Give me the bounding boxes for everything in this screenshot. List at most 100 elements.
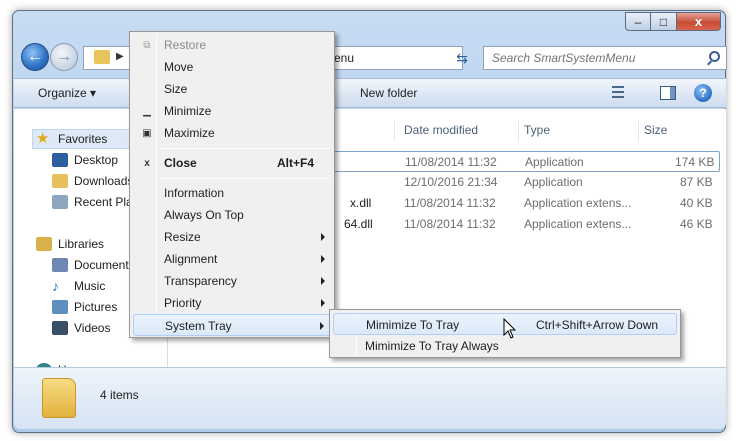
file-size: 46 KB [680,217,713,231]
folder-icon [94,50,110,64]
menu-item-size[interactable]: Size [133,78,331,100]
file-date: 12/10/2016 21:34 [404,175,498,189]
nav-item-downloads[interactable]: Downloads [52,171,133,191]
menu-item-move[interactable]: Move [133,56,331,78]
forward-button[interactable]: → [50,43,78,71]
close-icon: x [144,157,150,169]
menu-item-label: Mimimize To Tray [366,318,460,332]
new-folder-button[interactable]: New folder [360,86,417,100]
file-date: 11/08/2014 11:32 [404,217,496,231]
nav-item-documents[interactable]: Documents [52,255,135,275]
menu-item-label: Size [164,82,188,96]
column-header-type[interactable]: Type [524,123,550,137]
menu-item-shortcut: Alt+F4 [277,156,315,170]
file-type: Application [525,155,584,169]
star-icon: ★ [36,130,50,147]
change-view-icon[interactable] [612,86,640,102]
search-input[interactable] [484,47,694,69]
file-size: 174 KB [675,155,715,169]
arrow-right-icon: → [56,48,72,65]
menu-item-alignment[interactable]: Alignment [133,248,331,270]
maximize-icon: □ [659,14,668,29]
menu-item-label: Minimize [164,104,212,118]
column-divider[interactable] [394,121,395,141]
file-size: 87 KB [680,175,713,189]
nav-item-music[interactable]: ♪ Music [52,276,105,296]
documents-icon [52,258,68,272]
nav-item-label: Libraries [58,237,105,251]
menu-item-label: Resize [164,230,201,244]
help-icon[interactable]: ? [694,84,712,102]
minimize-icon: ▁ [143,105,151,117]
menu-item-restore[interactable]: ⧉ Restore [133,34,331,56]
command-bar: Organize ▾ New folder ? [14,78,726,108]
submenu-arrow-icon [321,255,325,263]
refresh-icon: ⇆ [456,49,468,66]
nav-item-pictures[interactable]: Pictures [52,297,117,317]
item-count: 4 items [100,388,139,402]
menu-item-always-on-top[interactable]: Always On Top [133,204,331,226]
submenu-arrow-icon [321,299,325,307]
menu-item-close[interactable]: x Close Alt+F4 [133,152,331,174]
nav-item-libraries[interactable]: Libraries [36,234,104,254]
file-name: 64.dll [344,217,373,231]
folder-icon [42,378,76,418]
close-window-button[interactable]: x [677,12,721,31]
menu-item-maximize[interactable]: ▣ Maximize [133,122,331,144]
nav-item-label: Desktop [74,153,119,167]
menu-item-resize[interactable]: Resize [133,226,331,248]
nav-item-label: Music [74,279,106,293]
file-size: 40 KB [680,196,713,210]
menu-item-label: Restore [164,38,207,52]
menu-item-minimize[interactable]: ▁ Minimize [133,100,331,122]
maximize-icon: ▣ [142,127,152,139]
file-type: Application [524,175,583,189]
menu-item-label: Close [164,156,197,170]
menu-item-label: Alignment [164,252,218,266]
navigation-row: ← → ▶ enu ⇆ [21,41,727,75]
refresh-button[interactable]: ⇆ [450,46,474,70]
menu-item-priority[interactable]: Priority [133,292,331,314]
menu-item-label: Transparency [164,274,237,288]
details-pane: 4 items [14,367,726,429]
chevron-right-icon[interactable]: ▶ [116,51,124,62]
submenu-arrow-icon [320,322,324,330]
nav-item-label: Documents [74,258,135,272]
caption-buttons: – □ x [625,12,721,31]
videos-icon [52,321,68,335]
column-divider[interactable] [518,121,519,141]
file-type: Application extens... [524,217,632,231]
menu-item-label: Always On Top [164,208,244,222]
menu-item-system-tray[interactable]: System Tray [133,314,331,336]
column-header-size[interactable]: Size [644,123,667,137]
nav-item-label: Downloads [74,174,134,188]
menu-item-information[interactable]: Information [133,182,331,204]
nav-item-label: Favorites [58,132,108,146]
recent-places-icon [52,195,68,209]
column-divider[interactable] [638,121,639,141]
system-menu: ⧉ Restore Move Size ▁ Minimize ▣ Maximiz… [129,31,335,338]
menu-item-label: Move [164,60,194,74]
nav-item-favorites[interactable]: ★ Favorites [36,129,107,149]
explorer-window: – □ x ← → ▶ enu ⇆ Organize ▾ New folder … [12,10,727,433]
preview-pane-icon[interactable] [660,86,676,100]
submenu-arrow-icon [321,277,325,285]
menu-item-label: Priority [164,296,202,310]
minimize-window-button[interactable]: – [625,12,651,31]
search-box[interactable] [483,46,727,70]
menu-separator [160,178,330,179]
nav-item-desktop[interactable]: Desktop [52,150,118,170]
menu-item-label: System Tray [165,319,232,333]
organize-button[interactable]: Organize ▾ [38,86,96,100]
file-name: x.dll [350,196,372,210]
pictures-icon [52,300,68,314]
search-icon[interactable] [709,51,720,62]
column-header-date-modified[interactable]: Date modified [404,123,478,137]
back-button[interactable]: ← [21,43,49,71]
downloads-icon [52,174,68,188]
menu-item-transparency[interactable]: Transparency [133,270,331,292]
nav-item-videos[interactable]: Videos [52,318,110,338]
maximize-window-button[interactable]: □ [651,12,677,31]
desktop-icon [52,153,68,167]
restore-icon: ⧉ [143,39,151,51]
